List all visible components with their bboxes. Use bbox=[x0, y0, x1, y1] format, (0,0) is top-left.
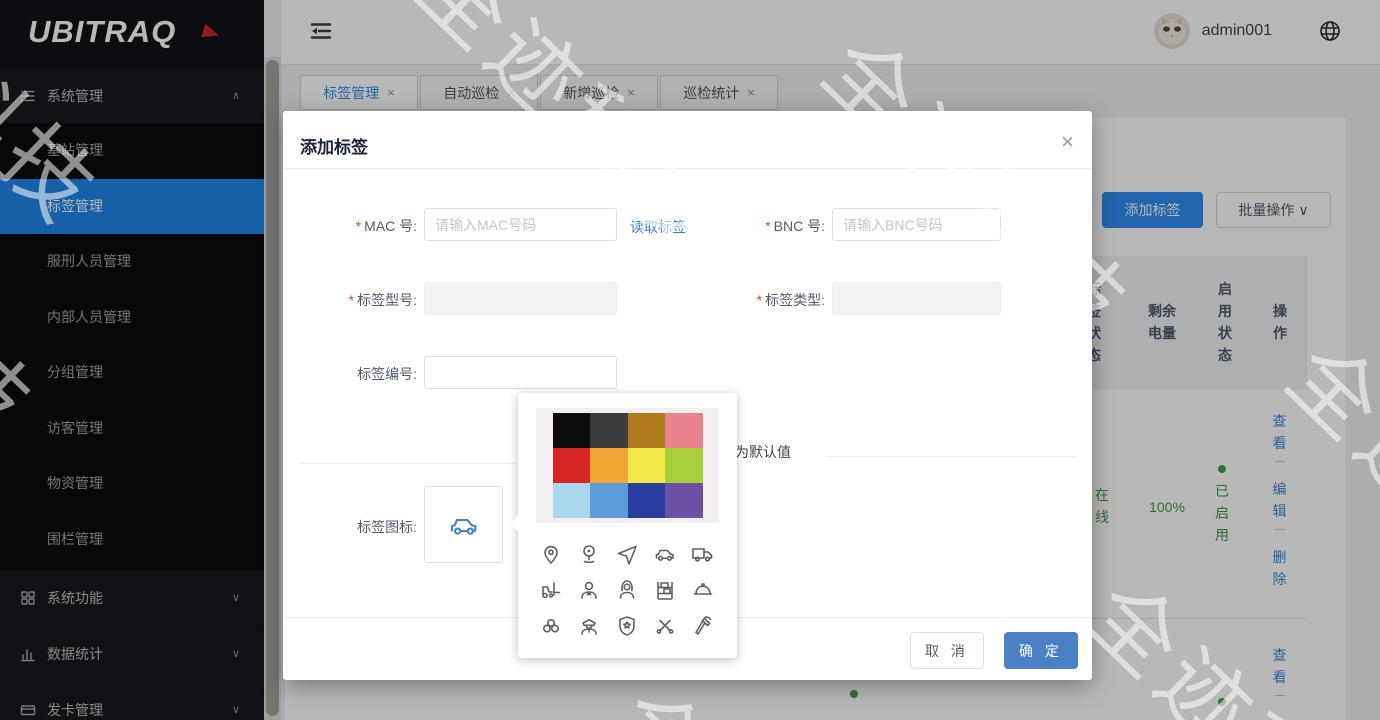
required-asterisk: * bbox=[356, 218, 361, 234]
hammer-icon[interactable] bbox=[691, 614, 715, 638]
scissors-icon[interactable] bbox=[653, 614, 677, 638]
divider bbox=[300, 463, 516, 464]
icon-grid bbox=[532, 536, 723, 644]
bnc-label: *BNC 号: bbox=[735, 216, 825, 236]
color-swatch[interactable] bbox=[553, 413, 591, 448]
divider bbox=[283, 168, 1092, 169]
tag-icon-label: 标签图标: bbox=[327, 517, 417, 537]
pin-camera-icon[interactable] bbox=[577, 542, 601, 566]
color-swatch[interactable] bbox=[553, 483, 591, 518]
color-swatch[interactable] bbox=[628, 413, 666, 448]
badge-icon[interactable] bbox=[615, 614, 639, 638]
required-asterisk: * bbox=[349, 292, 354, 308]
woman-icon[interactable] bbox=[615, 578, 639, 602]
color-swatch[interactable] bbox=[665, 448, 703, 483]
app-screen: UBITRAQ 系统管理 ∧ 基站管理 标签管理 服刑人员管理 内部人员管理 分… bbox=[0, 0, 1380, 720]
tag-icon-button[interactable] bbox=[424, 486, 503, 563]
tag-type-field[interactable] bbox=[832, 282, 1001, 315]
required-asterisk: * bbox=[757, 292, 762, 308]
tag-code-input[interactable] bbox=[424, 356, 617, 389]
color-swatch[interactable] bbox=[628, 483, 666, 518]
tag-model-label: *标签型号: bbox=[327, 290, 417, 310]
helmet-icon[interactable] bbox=[691, 578, 715, 602]
mac-label: *MAC 号: bbox=[327, 216, 417, 236]
cancel-button[interactable]: 取 消 bbox=[910, 632, 984, 669]
color-swatch[interactable] bbox=[553, 448, 591, 483]
mac-input[interactable] bbox=[424, 208, 617, 241]
divider bbox=[826, 456, 1076, 457]
shelf-icon[interactable] bbox=[653, 578, 677, 602]
color-swatch[interactable] bbox=[665, 413, 703, 448]
nav-arrow-icon[interactable] bbox=[615, 542, 639, 566]
tag-code-label: 标签编号: bbox=[327, 364, 417, 384]
officer-icon[interactable] bbox=[577, 614, 601, 638]
tag-model-field[interactable] bbox=[424, 282, 617, 315]
color-swatch[interactable] bbox=[590, 413, 628, 448]
color-swatch[interactable] bbox=[590, 483, 628, 518]
color-palette bbox=[536, 408, 719, 523]
popup-caret bbox=[511, 515, 518, 531]
modal-title: 添加标签 bbox=[300, 133, 368, 158]
color-swatch[interactable] bbox=[665, 483, 703, 518]
pin-person-icon[interactable] bbox=[539, 542, 563, 566]
truck-icon[interactable] bbox=[691, 542, 715, 566]
read-tag-link[interactable]: 读取标签 bbox=[630, 217, 686, 237]
bnc-input[interactable] bbox=[832, 208, 1001, 241]
color-swatch[interactable] bbox=[628, 448, 666, 483]
color-swatch[interactable] bbox=[590, 448, 628, 483]
car-icon[interactable] bbox=[653, 542, 677, 566]
car-icon bbox=[447, 508, 481, 542]
tag-type-label: *标签类型: bbox=[735, 290, 825, 310]
gas-mask-icon[interactable] bbox=[539, 614, 563, 638]
required-asterisk: * bbox=[765, 218, 770, 234]
man-icon[interactable] bbox=[577, 578, 601, 602]
default-value-hint: 为默认值 bbox=[735, 442, 791, 462]
close-icon[interactable]: × bbox=[1061, 131, 1074, 153]
icon-picker-popup bbox=[518, 393, 737, 658]
forklift-icon[interactable] bbox=[539, 578, 563, 602]
confirm-button[interactable]: 确 定 bbox=[1004, 632, 1078, 669]
